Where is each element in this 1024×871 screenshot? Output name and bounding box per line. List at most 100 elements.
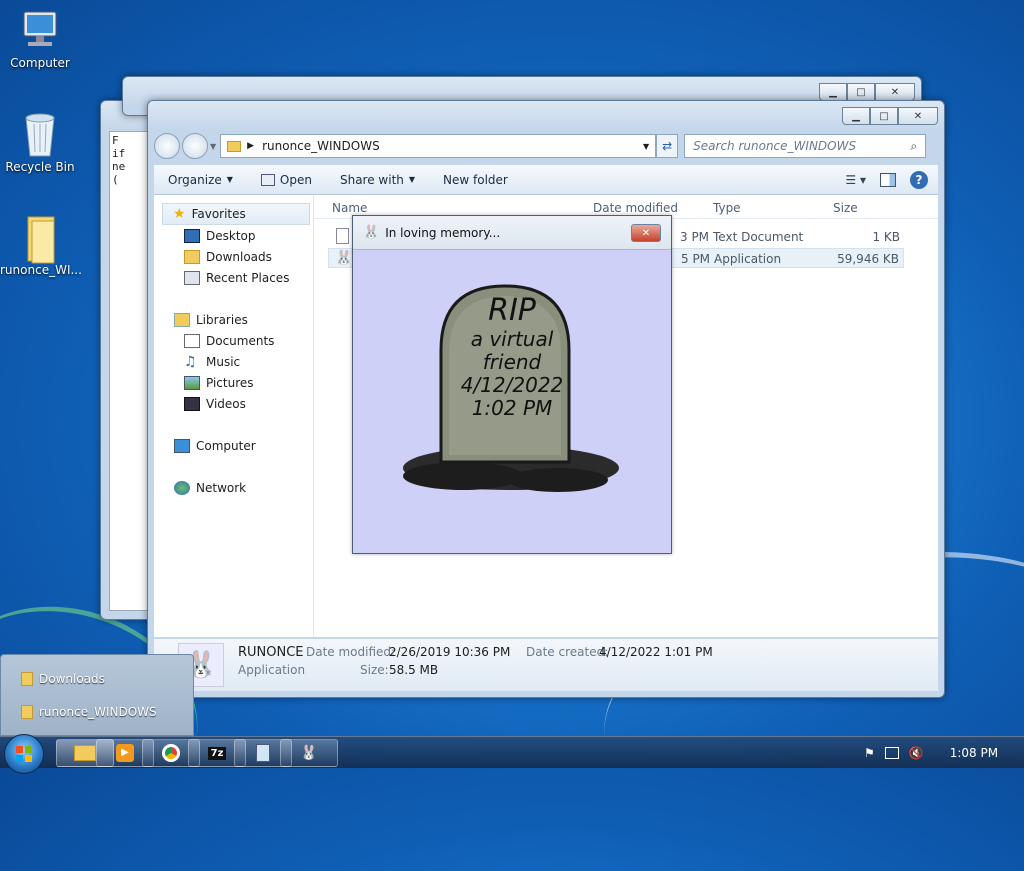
close-button[interactable]: ✕	[875, 83, 915, 101]
folder-icon	[21, 705, 33, 719]
search-placeholder: Search runonce_WINDOWS	[693, 139, 857, 153]
command-bar: Organize ▼ Open Share with ▼ New folder ☰ …	[154, 165, 938, 195]
nav-pictures[interactable]: Pictures	[184, 376, 254, 390]
refresh-button[interactable]: ⇄	[656, 134, 679, 158]
chrome-icon	[162, 744, 180, 762]
view-options-icon[interactable]: ☰ ▾	[845, 173, 866, 187]
column-header-size[interactable]: Size	[833, 201, 858, 215]
runonce-app-icon: 🐰	[335, 250, 353, 266]
details-date-modified: 2/26/2019 10:36 PM	[389, 645, 511, 659]
nav-recent-places[interactable]: Recent Places	[184, 271, 289, 285]
downloads-folder-icon	[184, 250, 200, 264]
taskbar-jump-list: Downloads runonce_WINDOWS	[0, 654, 194, 736]
details-size-label: Size:	[360, 663, 389, 677]
minimize-button[interactable]: ▁	[819, 83, 847, 101]
nav-label: Pictures	[206, 376, 254, 390]
music-icon: ♫	[184, 354, 197, 370]
jump-list-item-runonce-windows[interactable]: runonce_WINDOWS	[21, 705, 157, 719]
nav-documents[interactable]: Documents	[184, 334, 274, 348]
nav-label: Desktop	[206, 229, 256, 243]
taskbar-runonce-button[interactable]: 🐰	[280, 739, 338, 767]
address-bar[interactable]: ▶ runonce_WINDOWS ▼	[220, 134, 657, 158]
nav-desktop[interactable]: Desktop	[184, 229, 256, 243]
details-pane: 🐰 RUNONCE Application Date modified: 2/2…	[154, 639, 938, 691]
taskbar: ▶ 7z 🐰 ⚑ 🔇 1:08 PM	[0, 734, 1024, 774]
jump-list-label: Downloads	[39, 672, 105, 686]
text-document-icon	[336, 228, 349, 244]
libraries-icon	[174, 313, 190, 327]
forward-button[interactable]	[182, 133, 208, 159]
jump-list-label: runonce_WINDOWS	[39, 705, 157, 719]
runonce-app-icon: 🐰	[300, 745, 318, 761]
recent-pages-icon[interactable]: ▼	[210, 142, 216, 151]
clock[interactable]: 1:08 PM	[950, 746, 998, 760]
close-button[interactable]: ✕	[631, 224, 661, 242]
jump-list-item-downloads[interactable]: Downloads	[21, 672, 105, 686]
start-button[interactable]	[4, 734, 44, 774]
minimize-button[interactable]: ▁	[842, 107, 870, 125]
action-center-flag-icon[interactable]: ⚑	[864, 746, 875, 760]
nav-label: Music	[206, 355, 241, 369]
media-player-icon: ▶	[116, 744, 134, 762]
desktop-icon-label: runonce_WI...	[0, 263, 82, 277]
explorer-folder-icon	[74, 745, 96, 761]
desktop-icon-computer[interactable]: Computer	[0, 8, 80, 70]
column-header-type[interactable]: Type	[713, 201, 741, 215]
search-input[interactable]: Search runonce_WINDOWS ⌕	[684, 134, 927, 158]
nav-label: Downloads	[206, 250, 272, 264]
runonce-app-icon: 🐰	[363, 225, 380, 240]
nav-computer[interactable]: Computer	[174, 439, 256, 453]
chevron-down-icon[interactable]: ▼	[643, 142, 649, 151]
tombstone-line: a virtual	[470, 327, 554, 351]
tombstone-rip-text: RIP	[488, 293, 536, 328]
system-tray: ⚑ 🔇 1:08 PM	[854, 737, 1024, 769]
volume-muted-icon[interactable]: 🔇	[909, 746, 924, 760]
nav-music[interactable]: ♫ Music	[184, 355, 240, 369]
documents-icon	[184, 334, 200, 348]
star-icon: ★	[173, 206, 186, 222]
nav-label: Favorites	[191, 207, 246, 221]
details-date-modified-label: Date modified:	[306, 645, 396, 659]
nav-downloads[interactable]: Downloads	[184, 250, 272, 264]
maximize-button[interactable]: □	[847, 83, 875, 101]
open-button[interactable]: Open	[247, 173, 326, 187]
details-file-kind: Application	[238, 663, 306, 677]
desktop-icon-runonce-folder[interactable]: runonce_WI...	[0, 215, 82, 277]
open-label: Open	[279, 172, 312, 187]
column-header-name[interactable]: Name	[332, 201, 367, 215]
nav-label: Videos	[206, 397, 246, 411]
close-button[interactable]: ✕	[898, 107, 938, 125]
open-icon	[260, 173, 275, 186]
nav-videos[interactable]: Videos	[184, 397, 246, 411]
file-type: Application	[714, 252, 782, 266]
preview-pane-icon[interactable]	[880, 172, 896, 187]
chevron-right-icon: ▶	[247, 141, 255, 151]
new-folder-button[interactable]: New folder	[429, 173, 522, 187]
recent-places-icon	[184, 271, 200, 285]
chevron-down-icon: ▼	[226, 175, 233, 184]
maximize-button[interactable]: □	[870, 107, 898, 125]
column-header-date-modified[interactable]: Date modified	[593, 201, 678, 215]
nav-label: Documents	[206, 334, 275, 348]
nav-network[interactable]: Network	[174, 481, 246, 495]
nav-libraries[interactable]: Libraries	[174, 313, 248, 327]
rip-dialog[interactable]: 🐰 In loving memory... ✕ RIP a virtual fr…	[352, 215, 672, 554]
folder-icon	[227, 140, 242, 152]
help-icon[interactable]: ?	[910, 170, 928, 189]
details-size: 58.5 MB	[389, 663, 439, 677]
videos-icon	[184, 397, 200, 411]
desktop-icon	[184, 229, 200, 243]
nav-favorites[interactable]: ★ Favorites	[162, 203, 310, 225]
details-date-created: 4/12/2022 1:01 PM	[599, 645, 713, 659]
desktop-icon-recycle-bin[interactable]: Recycle Bin	[0, 112, 80, 174]
computer-icon	[174, 439, 190, 453]
recycle-bin-icon	[18, 112, 62, 157]
organize-button[interactable]: Organize ▼	[154, 173, 247, 187]
nav-label: Computer	[196, 439, 256, 453]
computer-icon	[18, 8, 62, 52]
back-button[interactable]	[154, 133, 180, 159]
share-with-button[interactable]: Share with ▼	[326, 173, 429, 187]
network-icon[interactable]	[884, 747, 899, 759]
search-icon: ⌕	[910, 138, 918, 153]
chevron-down-icon: ▼	[408, 175, 416, 184]
